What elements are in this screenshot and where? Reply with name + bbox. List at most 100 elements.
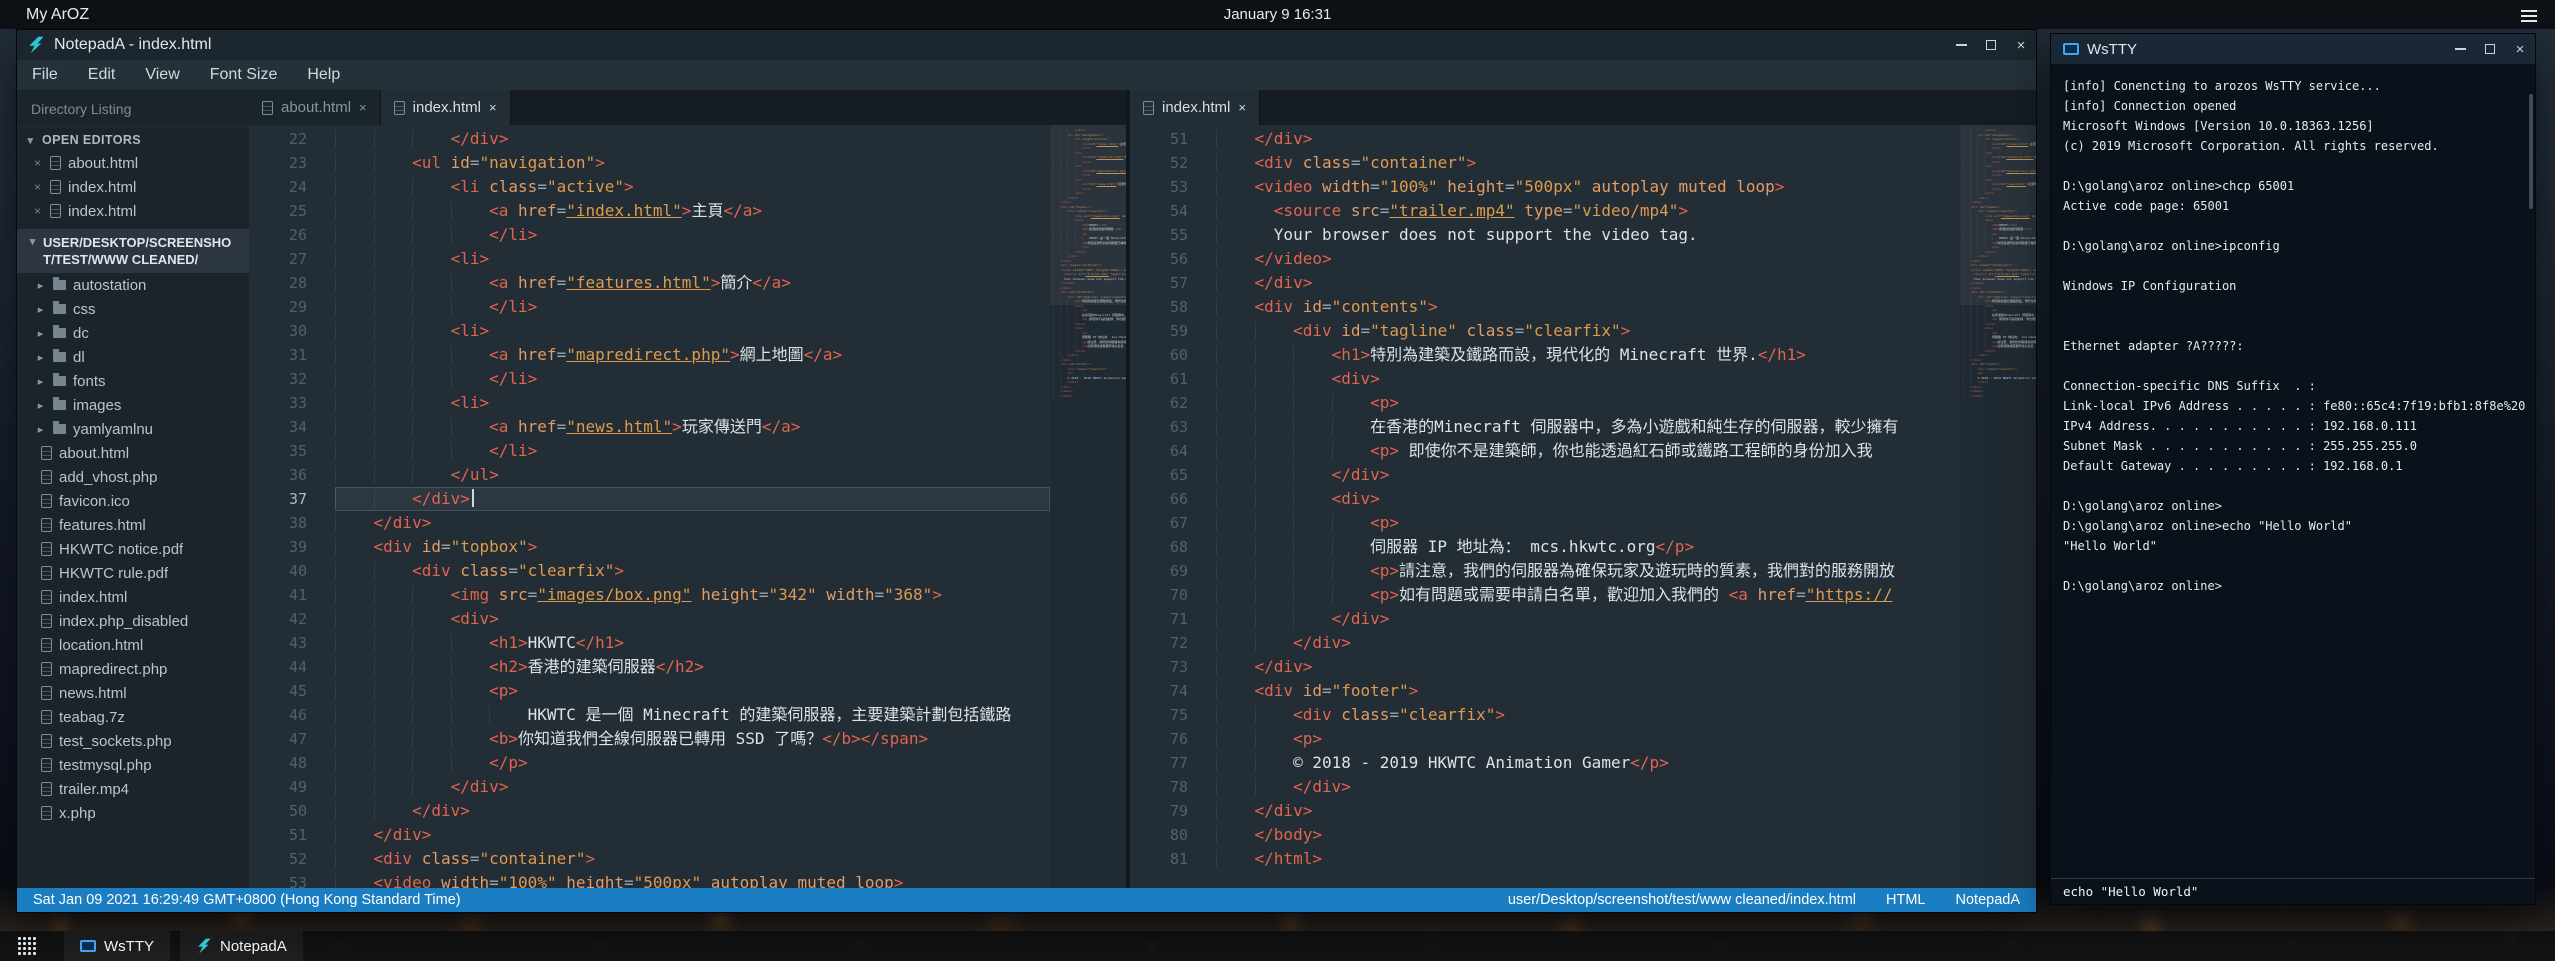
code-line[interactable]: <div class="clearfix"> xyxy=(335,559,1050,583)
file-item[interactable]: news.html xyxy=(17,681,249,705)
code-line[interactable]: <a href="features.html">簡介</a> xyxy=(335,271,1050,295)
open-editor-item[interactable]: ×index.html xyxy=(17,175,249,199)
open-editor-item[interactable]: ×about.html xyxy=(17,151,249,175)
file-item[interactable]: index.html xyxy=(17,585,249,609)
code-line[interactable]: </div> xyxy=(1216,631,1960,655)
file-item[interactable]: favicon.ico xyxy=(17,489,249,513)
taskbar-item-wstty[interactable]: WsTTY xyxy=(64,931,170,961)
code-line[interactable]: <video width="100%" height="500px" autop… xyxy=(335,871,1050,888)
file-item[interactable]: mapredirect.php xyxy=(17,657,249,681)
statusbar-appname[interactable]: NotepadA xyxy=(1956,892,2021,908)
code-line[interactable]: <a href="news.html">玩家傳送門</a> xyxy=(335,415,1050,439)
code-line[interactable]: </div> xyxy=(335,511,1050,535)
editor-tab[interactable]: index.html× xyxy=(1130,90,1260,125)
code-line[interactable]: <source src="trailer.mp4" type="video/mp… xyxy=(1216,199,1960,223)
code-line[interactable]: <li> xyxy=(335,391,1050,415)
terminal-input[interactable]: echo "Hello World" xyxy=(2051,878,2535,904)
file-item[interactable]: teabag.7z xyxy=(17,705,249,729)
close-icon[interactable]: × xyxy=(32,204,43,218)
code-line[interactable]: 在香港的Minecraft 伺服器中，多為小遊戲和純生存的伺服器，較少擁有 xyxy=(1216,415,1960,439)
menu-help[interactable]: Help xyxy=(292,66,355,84)
menu-file[interactable]: File xyxy=(17,66,73,84)
taskbar-item-notepada[interactable]: NotepadA xyxy=(180,931,303,961)
code-line[interactable]: </div> xyxy=(1216,775,1960,799)
code-line[interactable]: </ul> xyxy=(335,463,1050,487)
code-editor-left[interactable]: </div> <ul id="navigation"> <li class="a… xyxy=(329,125,1050,888)
code-line[interactable]: <p>請注意，我們的伺服器為確保玩家及遊玩時的質素，我們對的服務開放 xyxy=(1216,559,1960,583)
close-icon[interactable]: × xyxy=(32,156,43,170)
statusbar-filepath[interactable]: user/Desktop/screenshot/test/www cleaned… xyxy=(1508,892,1856,908)
code-line[interactable]: </div> xyxy=(1216,127,1960,151)
folder-item[interactable]: ▸css xyxy=(17,297,249,321)
file-item[interactable]: test_sockets.php xyxy=(17,729,249,753)
workspace-folder-header[interactable]: ▾ USER/DESKTOP/SCREENSHOT/TEST/WWW CLEAN… xyxy=(17,229,249,273)
code-line[interactable]: <p> xyxy=(335,679,1050,703)
code-line[interactable]: </li> xyxy=(335,439,1050,463)
file-item[interactable]: trailer.mp4 xyxy=(17,777,249,801)
code-line[interactable]: <div> xyxy=(1216,367,1960,391)
code-line[interactable]: </li> xyxy=(335,367,1050,391)
minimap-slider[interactable] xyxy=(1960,125,2036,305)
maximize-button[interactable] xyxy=(2475,44,2505,54)
wstty-titlebar[interactable]: WsTTY × xyxy=(2051,34,2535,64)
code-line[interactable]: </li> xyxy=(335,295,1050,319)
code-editor-right[interactable]: </div> <div class="container"> <video wi… xyxy=(1210,125,1960,888)
code-line[interactable]: <li class="active"> xyxy=(335,175,1050,199)
minimize-button[interactable] xyxy=(2445,48,2475,50)
minimap-left[interactable]: </div> <ul id="navigation"> <li class="a… xyxy=(1050,125,1126,888)
code-line[interactable]: <h1>HKWTC</h1> xyxy=(335,631,1050,655)
tab-close-icon[interactable]: × xyxy=(489,100,497,115)
code-line[interactable]: <p> 即使你不是建築師，你也能透過紅石師或鐵路工程師的身份加入我 xyxy=(1216,439,1960,463)
code-line[interactable]: </div> xyxy=(335,775,1050,799)
file-item[interactable]: location.html xyxy=(17,633,249,657)
code-line[interactable]: <a href="mapredirect.php">網上地圖</a> xyxy=(335,343,1050,367)
code-line[interactable]: <img src="images/box.png" height="342" w… xyxy=(335,583,1050,607)
code-line[interactable]: </li> xyxy=(335,223,1050,247)
code-line[interactable]: <ul id="navigation"> xyxy=(335,151,1050,175)
code-line[interactable]: </div> xyxy=(335,799,1050,823)
menu-font-size[interactable]: Font Size xyxy=(195,66,293,84)
file-item[interactable]: add_vhost.php xyxy=(17,465,249,489)
code-line[interactable]: <h1>特別為建築及鐵路而設，現代化的 Minecraft 世界.</h1> xyxy=(1216,343,1960,367)
menu-edit[interactable]: Edit xyxy=(73,66,131,84)
code-line[interactable]: 伺服器 IP 地址為： mcs.hkwtc.org</p> xyxy=(1216,535,1960,559)
editor-tab[interactable]: about.html× xyxy=(249,90,381,125)
file-item[interactable]: x.php xyxy=(17,801,249,825)
code-line[interactable]: <div> xyxy=(335,607,1050,631)
code-line[interactable]: </div> xyxy=(1216,655,1960,679)
code-line[interactable]: <div id="tagline" class="clearfix"> xyxy=(1216,319,1960,343)
file-item[interactable]: HKWTC notice.pdf xyxy=(17,537,249,561)
code-line[interactable]: </body> xyxy=(1216,823,1960,847)
code-line[interactable]: Your browser does not support the video … xyxy=(1216,223,1960,247)
menu-view[interactable]: View xyxy=(130,66,194,84)
code-line[interactable]: </div> xyxy=(335,127,1050,151)
close-button[interactable]: × xyxy=(2006,37,2036,54)
code-line[interactable]: <b>你知道我們全線伺服器已轉用 SSD 了嗎？</b></span> xyxy=(335,727,1050,751)
code-line[interactable]: <div class="clearfix"> xyxy=(1216,703,1960,727)
open-editors-section-header[interactable]: ▾ OPEN EDITORS xyxy=(17,127,249,151)
system-menu-icon[interactable] xyxy=(2521,7,2537,25)
code-line[interactable]: </div> xyxy=(1216,463,1960,487)
code-line[interactable]: <a href="index.html">主頁</a> xyxy=(335,199,1050,223)
file-item[interactable]: testmysql.php xyxy=(17,753,249,777)
code-line[interactable]: </div> xyxy=(1216,271,1960,295)
notepada-titlebar[interactable]: NotepadA - index.html × xyxy=(17,30,2036,60)
statusbar-language[interactable]: HTML xyxy=(1886,892,1925,908)
file-item[interactable]: features.html xyxy=(17,513,249,537)
file-item[interactable]: about.html xyxy=(17,441,249,465)
code-line[interactable]: </div> xyxy=(1216,799,1960,823)
folder-item[interactable]: ▸dc xyxy=(17,321,249,345)
tab-close-icon[interactable]: × xyxy=(1238,100,1246,115)
code-line[interactable]: <li> xyxy=(335,247,1050,271)
code-line[interactable]: </div> xyxy=(335,823,1050,847)
code-line[interactable]: <p> xyxy=(1216,511,1960,535)
code-line[interactable]: <li> xyxy=(335,319,1050,343)
code-line[interactable]: HKWTC 是一個 Minecraft 的建築伺服器，主要建築計劃包括鐵路 xyxy=(335,703,1050,727)
code-line[interactable]: <div id="footer"> xyxy=(1216,679,1960,703)
file-item[interactable]: HKWTC rule.pdf xyxy=(17,561,249,585)
code-line[interactable]: <div id="contents"> xyxy=(1216,295,1960,319)
app-launcher-button[interactable] xyxy=(0,931,54,961)
minimap-right[interactable]: </div> <ul id="navigation"> <li class="a… xyxy=(1960,125,2036,888)
code-line[interactable]: <div id="topbox"> xyxy=(335,535,1050,559)
folder-item[interactable]: ▸autostation xyxy=(17,273,249,297)
